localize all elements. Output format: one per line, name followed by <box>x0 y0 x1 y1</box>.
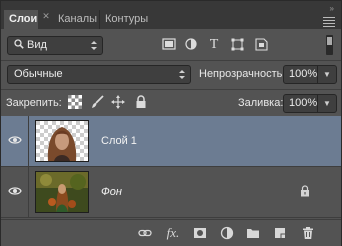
layer-style-fx-icon[interactable]: fx. <box>166 226 180 240</box>
link-layers-icon[interactable] <box>138 226 152 240</box>
pixel-layer-filter-icon[interactable] <box>161 38 177 52</box>
tab-bar: » Слои ✕ Каналы Контуры <box>1 1 341 29</box>
lock-image-pixels-brush-icon[interactable] <box>90 95 104 109</box>
lock-transparent-pixels-icon[interactable] <box>68 95 82 109</box>
filter-kind-label: Вид <box>27 39 47 51</box>
tab-layers-label: Слои <box>9 13 38 25</box>
tab-channels-label: Каналы <box>58 13 98 25</box>
lock-all-icon[interactable] <box>134 95 148 109</box>
smart-object-filter-icon[interactable] <box>253 38 269 52</box>
new-adjustment-layer-icon[interactable] <box>220 226 234 240</box>
lock-position-move-icon[interactable] <box>111 95 125 109</box>
chevron-updown-icon <box>179 70 185 79</box>
layer-name[interactable]: Слой 1 <box>101 135 137 147</box>
filter-toggle-switch[interactable] <box>326 35 333 55</box>
filter-kind-select[interactable]: Вид <box>7 36 103 55</box>
eye-icon <box>8 136 22 144</box>
layer-row[interactable]: Слой 1 <box>1 116 341 167</box>
add-layer-mask-icon[interactable] <box>193 226 207 240</box>
tab-layers[interactable]: Слои <box>4 10 38 29</box>
shape-layer-filter-icon[interactable] <box>229 38 245 52</box>
fill-field[interactable]: 100% ▼ <box>283 94 337 113</box>
lock-label: Закрепить: <box>6 97 62 109</box>
opacity-label: Непрозрачность: <box>199 68 286 80</box>
tab-channels[interactable]: Каналы <box>53 10 102 29</box>
layer-thumbnail <box>35 171 89 213</box>
fill-value: 100% <box>289 97 318 109</box>
panel-menu-icon[interactable] <box>323 17 335 27</box>
divider <box>1 60 341 61</box>
opacity-dropdown-arrow-icon[interactable]: ▼ <box>317 66 336 83</box>
blend-mode-select[interactable]: Обычные <box>7 65 191 84</box>
tab-paths[interactable]: Контуры <box>99 10 153 29</box>
layer-name[interactable]: Фон <box>101 186 122 198</box>
divider <box>1 89 341 90</box>
new-layer-icon[interactable] <box>273 226 287 240</box>
type-layer-filter-icon[interactable]: T <box>206 38 222 52</box>
tab-close-icon[interactable]: ✕ <box>41 11 51 22</box>
layers-list: Слой 1 Фон <box>1 116 341 219</box>
layer-row[interactable]: Фон <box>1 167 341 218</box>
fill-dropdown-arrow-icon[interactable]: ▼ <box>317 95 336 112</box>
visibility-toggle[interactable] <box>1 116 29 166</box>
visibility-toggle[interactable] <box>1 167 29 217</box>
delete-layer-trash-icon[interactable] <box>301 226 315 240</box>
tab-paths-label: Контуры <box>105 13 149 25</box>
layer-lock-icon <box>301 185 309 197</box>
fill-label: Заливка: <box>238 97 284 109</box>
blend-mode-value: Обычные <box>14 68 63 80</box>
adjustment-layer-filter-icon[interactable] <box>183 38 199 52</box>
layer-thumbnail <box>35 120 89 162</box>
collapse-panel-icon[interactable]: » <box>330 4 334 13</box>
opacity-value: 100% <box>289 68 318 80</box>
search-icon <box>14 39 24 49</box>
layers-panel: » Слои ✕ Каналы Контуры Вид T Обычные Не… <box>0 0 342 246</box>
new-group-folder-icon[interactable] <box>246 226 260 240</box>
opacity-field[interactable]: 100% ▼ <box>283 65 337 84</box>
layers-toolbar: fx. <box>1 219 341 246</box>
eye-icon <box>8 187 22 195</box>
chevron-updown-icon <box>91 41 97 50</box>
